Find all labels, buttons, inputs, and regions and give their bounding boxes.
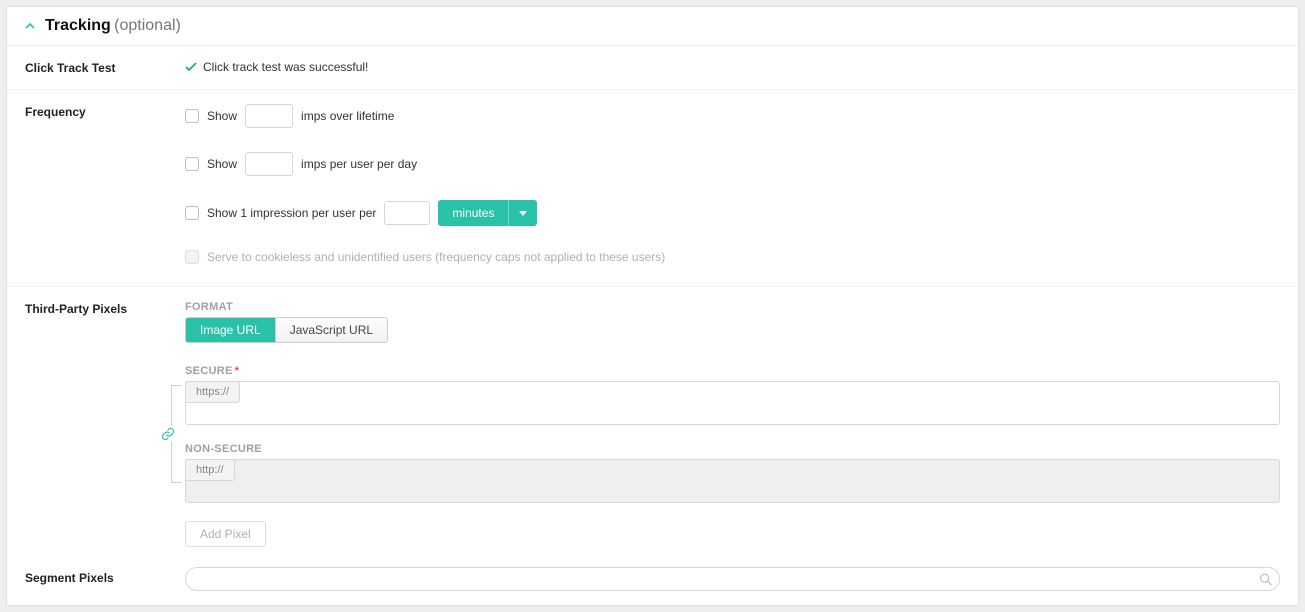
lifetime-input[interactable] [245,104,293,128]
perday-input[interactable] [245,152,293,176]
interval-prefix: Show 1 impression per user per [207,206,376,220]
interval-checkbox[interactable] [185,206,199,220]
segment-label: Segment Pixels [25,567,185,585]
frequency-row-interval: Show 1 impression per user per minutes [185,200,1280,226]
frequency-row-cookieless: Serve to cookieless and unidentified use… [185,250,1280,264]
frequency-row-lifetime: Show imps over lifetime [185,104,1280,128]
click-track-label: Click Track Test [25,60,185,75]
format-image-url-button[interactable]: Image URL [186,318,275,342]
click-track-status: Click track test was successful! [185,60,1280,74]
collapse-caret-icon[interactable] [25,21,35,31]
lifetime-prefix: Show [207,109,237,123]
nonsecure-url-box: http:// [185,459,1280,503]
secure-head: SECURE* [185,365,1280,377]
click-track-message: Click track test was successful! [203,60,368,74]
frequency-label: Frequency [25,104,185,119]
perday-checkbox[interactable] [185,157,199,171]
cookieless-checkbox[interactable] [185,250,199,264]
link-connector [163,385,183,483]
format-toggle: Image URL JavaScript URL [185,317,388,343]
section-segment: Segment Pixels [7,561,1298,605]
link-icon[interactable] [161,426,175,442]
interval-unit-dropdown[interactable]: minutes [438,200,537,226]
interval-input[interactable] [384,201,430,225]
lifetime-suffix: imps over lifetime [301,109,394,123]
tracking-panel: Tracking (optional) Click Track Test Cli… [6,6,1299,606]
lifetime-checkbox[interactable] [185,109,199,123]
format-head: FORMAT [185,301,1280,313]
section-thirdparty: Third-Party Pixels FORMAT Image URL Java… [7,287,1298,561]
panel-subtitle: (optional) [114,17,181,34]
secure-url-input[interactable] [186,382,1279,424]
chevron-down-icon [508,200,537,226]
section-frequency: Frequency Show imps over lifetime Show i… [7,90,1298,287]
secure-protocol-label: https:// [185,381,240,403]
interval-unit-label: minutes [438,206,508,220]
nonsecure-protocol-label: http:// [185,459,235,481]
panel-title: Tracking [45,17,111,34]
checkmark-icon [185,62,197,72]
section-click-track: Click Track Test Click track test was su… [7,46,1298,90]
perday-suffix: imps per user per day [301,157,417,171]
nonsecure-url-input[interactable] [186,460,1279,502]
perday-prefix: Show [207,157,237,171]
search-icon [1259,573,1272,586]
add-pixel-button[interactable]: Add Pixel [185,521,266,547]
frequency-row-perday: Show imps per user per day [185,152,1280,176]
panel-header[interactable]: Tracking (optional) [7,7,1298,46]
segment-search-input[interactable] [185,567,1280,591]
nonsecure-head: NON-SECURE [185,443,1280,455]
cookieless-text: Serve to cookieless and unidentified use… [207,250,665,264]
secure-url-box: https:// [185,381,1280,425]
format-javascript-url-button[interactable]: JavaScript URL [275,318,387,342]
thirdparty-label: Third-Party Pixels [25,301,185,316]
